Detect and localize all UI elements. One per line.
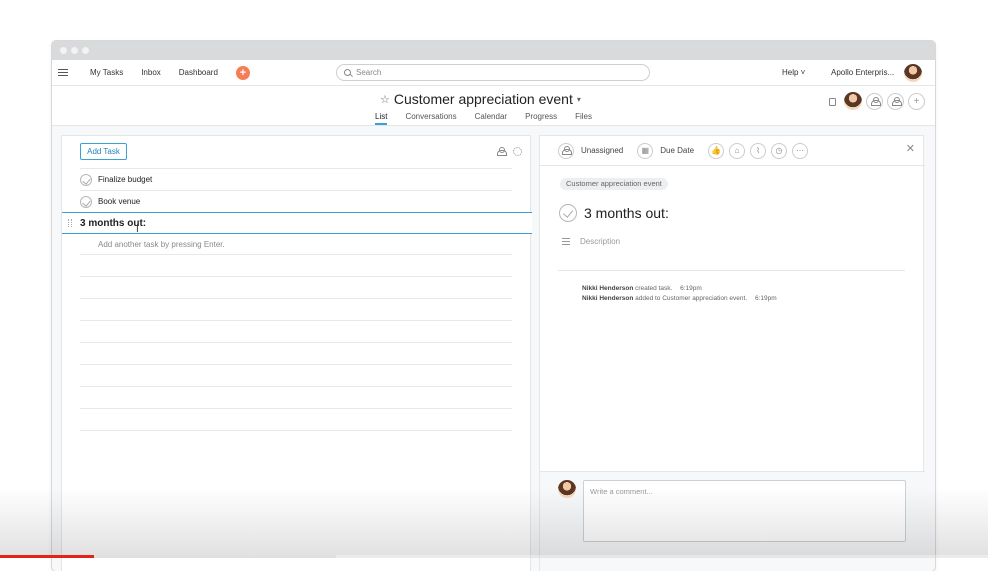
lock-icon[interactable] [829,98,836,106]
close-window-dot[interactable] [60,47,67,54]
assignee-label[interactable]: Unassigned [581,146,623,155]
more-actions-icon[interactable]: ⋯ [792,142,809,159]
add-task-hint: Add another task by pressing Enter. [98,240,225,249]
quick-add-button[interactable]: + [235,65,250,80]
task-title[interactable]: 3 months out: [584,205,669,221]
search-placeholder: Search [356,68,382,77]
search-icon [344,69,351,76]
empty-row-divider [80,320,512,321]
window-titlebar [52,41,935,60]
tab-conversations[interactable]: Conversations [405,112,456,125]
empty-row-divider [80,298,512,299]
empty-row-divider [80,342,512,343]
activity-story: Nikki Henderson added to Customer apprec… [582,295,777,302]
description-placeholder: Description [580,237,621,246]
project-header: ☆ Customer appreciation event ▾ List Con… [52,86,935,126]
video-frame: My Tasks Inbox Dashboard + Search Help ˅… [0,0,988,571]
calendar-icon[interactable]: ▦ [637,142,654,159]
tab-list[interactable]: List [375,112,388,125]
assignee-filter-icon[interactable] [497,147,507,156]
task-detail-toolbar: Unassigned ▦ Due Date 👍 ⌂ ⌇ ◷ ⋯ [540,136,925,166]
add-task-button[interactable]: Add Task [80,143,127,160]
story-text: added to Customer appreciation event. [635,295,748,302]
due-date-label[interactable]: Due Date [660,146,694,155]
user-avatar[interactable] [904,64,922,82]
drag-handle-icon[interactable] [68,219,72,227]
maximize-window-dot[interactable] [82,47,89,54]
chevron-down-icon[interactable]: ▾ [577,95,581,104]
story-user[interactable]: Nikki Henderson [582,295,633,302]
description-field[interactable]: Description [562,237,620,246]
list-toolbar [497,147,522,156]
empty-member-slot-icon[interactable] [866,92,883,110]
story-time: 6:19pm [754,295,777,302]
empty-member-slot-icon[interactable] [887,92,904,110]
member-avatar[interactable] [844,92,862,110]
minimize-window-dot[interactable] [71,47,78,54]
empty-row-divider [80,364,512,365]
task-row[interactable]: Finalize budget [80,168,512,190]
nav-my-tasks[interactable]: My Tasks [90,68,123,77]
tag-icon[interactable]: ⌂ [729,142,746,159]
menu-icon[interactable] [58,69,68,76]
activity-story: Nikki Henderson created task. 6:19pm [582,285,702,292]
divider [558,270,905,271]
search-input[interactable]: Search [336,64,650,81]
subtask-icon[interactable]: ◷ [771,142,788,159]
task-name[interactable]: Finalize budget [98,175,152,184]
organization-switcher[interactable]: Apollo Enterpris... [831,68,894,77]
nav-inbox[interactable]: Inbox [141,68,161,77]
project-title-group[interactable]: ☆ Customer appreciation event ▾ [380,91,581,107]
section-row[interactable]: 3 months out: [62,212,532,234]
complete-checkbox-icon[interactable] [559,204,577,222]
assignee-icon[interactable] [558,142,574,159]
project-title: Customer appreciation event [393,91,573,107]
task-name[interactable]: Book venue [98,197,140,206]
tab-progress[interactable]: Progress [525,112,557,125]
attachment-icon[interactable]: ⌇ [750,142,767,159]
star-icon[interactable]: ☆ [380,93,390,106]
empty-row-divider [80,408,512,409]
project-tabs: List Conversations Calendar Progress Fil… [375,112,610,125]
empty-row-divider [80,386,512,387]
tab-files[interactable]: Files [575,112,592,125]
project-tag[interactable]: Customer appreciation event [560,178,668,190]
task-list-pane: Add Task Finalize budget Book venue 3 mo… [61,135,532,571]
project-members: + [829,92,925,110]
like-icon[interactable]: 👍 [708,142,725,159]
complete-checkbox-icon[interactable] [80,195,92,208]
empty-row-divider [80,430,512,431]
task-row[interactable]: Book venue [80,190,512,212]
text-cursor-icon: I [136,224,139,235]
gear-icon[interactable] [513,147,522,156]
task-title-group: 3 months out: [559,204,669,222]
nav-dashboard[interactable]: Dashboard [179,68,218,77]
complete-checkbox-icon[interactable] [80,173,92,186]
description-icon [562,238,570,245]
help-menu[interactable]: Help ˅ [782,68,805,77]
empty-row-divider [80,254,512,255]
tab-calendar[interactable]: Calendar [475,112,507,125]
commenter-avatar [558,480,576,498]
top-navigation-bar: My Tasks Inbox Dashboard + Search Help ˅… [52,60,935,86]
app-window: My Tasks Inbox Dashboard + Search Help ˅… [52,41,935,571]
comment-input[interactable]: Write a comment... [583,480,906,542]
close-icon[interactable]: ✕ [906,142,915,155]
story-user[interactable]: Nikki Henderson [582,285,633,292]
empty-row-divider [80,276,512,277]
task-detail-pane: Unassigned ▦ Due Date 👍 ⌂ ⌇ ◷ ⋯ ✕ Custom… [539,135,925,571]
story-text: created task. [635,285,673,292]
add-member-button[interactable]: + [908,92,925,110]
story-time: 6:19pm [680,285,702,292]
